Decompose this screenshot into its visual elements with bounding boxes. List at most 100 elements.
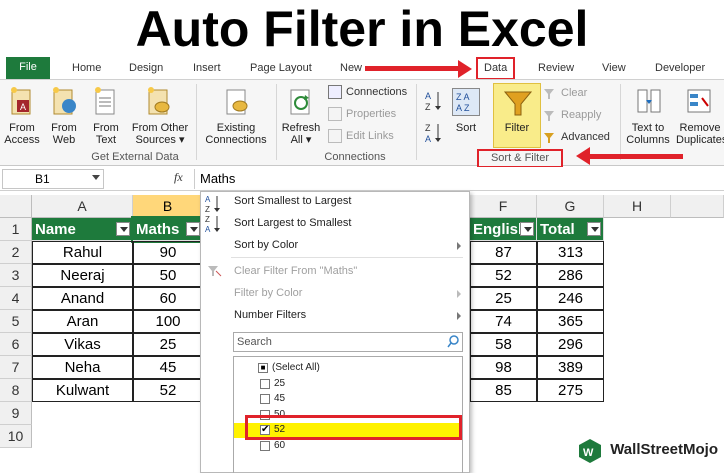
- table-cell-name[interactable]: Kulwant: [32, 379, 133, 402]
- sort-button[interactable]: Sort: [448, 122, 484, 134]
- filter-option[interactable]: 45: [234, 392, 462, 407]
- menu-sort-ascending[interactable]: Sort Smallest to Largest: [234, 195, 351, 207]
- table-cell-name[interactable]: Rahul: [32, 241, 133, 264]
- header-cell-total[interactable]: Total: [537, 218, 604, 241]
- table-cell-maths[interactable]: 25: [133, 333, 203, 356]
- tab-view[interactable]: View: [602, 58, 626, 79]
- tab-insert[interactable]: Insert: [193, 58, 221, 79]
- reapply-button[interactable]: Reapply: [561, 109, 601, 122]
- table-cell-total[interactable]: 246: [537, 287, 604, 310]
- table-cell-total[interactable]: 296: [537, 333, 604, 356]
- table-cell-total[interactable]: 313: [537, 241, 604, 264]
- row-header[interactable]: 3: [0, 264, 32, 287]
- table-cell-name[interactable]: Neha: [32, 356, 133, 379]
- menu-sort-by-color[interactable]: Sort by Color: [234, 239, 298, 251]
- menu-filter-by-color[interactable]: Filter by Color: [234, 287, 302, 299]
- row-header[interactable]: 1: [0, 218, 32, 241]
- formula-input[interactable]: Maths: [200, 171, 235, 186]
- menu-number-filters[interactable]: Number Filters: [234, 309, 306, 321]
- filter-option[interactable]: ■ (Select All): [234, 361, 462, 376]
- menu-clear-filter[interactable]: Clear Filter From "Maths": [234, 265, 357, 277]
- filter-checkbox[interactable]: [260, 440, 270, 451]
- fx-label[interactable]: fx: [174, 170, 183, 185]
- filter-search-input[interactable]: Search: [233, 332, 463, 352]
- properties-button[interactable]: Properties: [346, 108, 396, 121]
- table-cell-total[interactable]: 275: [537, 379, 604, 402]
- column-header-h[interactable]: H: [604, 195, 671, 218]
- header-cell-english[interactable]: English: [470, 218, 537, 241]
- name-box-dropdown-icon[interactable]: [92, 175, 100, 180]
- table-cell-total[interactable]: 389: [537, 356, 604, 379]
- column-header-b[interactable]: B: [133, 195, 203, 218]
- table-cell-english[interactable]: 52: [470, 264, 537, 287]
- row-header[interactable]: 9: [0, 402, 32, 425]
- edit-links-button[interactable]: Edit Links: [346, 130, 394, 143]
- filter-button-highlight[interactable]: [493, 83, 541, 148]
- remove-duplicates-button[interactable]: Remove Duplicates: [676, 122, 724, 146]
- sort-ascending-icon[interactable]: AZ: [425, 90, 443, 112]
- row-header[interactable]: 5: [0, 310, 32, 333]
- column-header-i[interactable]: [671, 195, 724, 218]
- filter-dropdown-english[interactable]: [520, 222, 534, 236]
- filter-dropdown-name[interactable]: [116, 222, 130, 236]
- row-header[interactable]: 10: [0, 425, 32, 448]
- row-header[interactable]: 7: [0, 356, 32, 379]
- row-header[interactable]: 2: [0, 241, 32, 264]
- filter-option[interactable]: 60: [234, 439, 462, 454]
- table-cell-maths[interactable]: 100: [133, 310, 203, 333]
- header-cell-maths[interactable]: Maths: [131, 216, 205, 243]
- header-cell-name[interactable]: Name: [32, 218, 133, 241]
- filter-dropdown-total[interactable]: [587, 222, 601, 236]
- select-all-corner[interactable]: [0, 195, 32, 218]
- tab-page-layout[interactable]: Page Layout: [250, 58, 312, 79]
- tab-home[interactable]: Home: [72, 58, 101, 79]
- name-box[interactable]: B1: [2, 169, 104, 189]
- tab-file[interactable]: File: [6, 57, 50, 79]
- filter-checkbox[interactable]: [260, 394, 270, 404]
- row-header[interactable]: 6: [0, 333, 32, 356]
- table-cell-name[interactable]: Aran: [32, 310, 133, 333]
- column-header-a[interactable]: A: [32, 195, 133, 218]
- table-cell-maths[interactable]: 90: [133, 241, 203, 264]
- table-cell-english[interactable]: 74: [470, 310, 537, 333]
- from-access-button[interactable]: From Access: [3, 122, 41, 146]
- column-header-g[interactable]: G: [537, 195, 604, 218]
- table-cell-maths[interactable]: 50: [133, 264, 203, 287]
- from-other-sources-button[interactable]: From Other Sources ▾: [128, 122, 192, 146]
- table-cell-maths[interactable]: 60: [133, 287, 203, 310]
- existing-connections-button[interactable]: Existing Connections: [200, 122, 272, 146]
- table-cell-english[interactable]: 87: [470, 241, 537, 264]
- from-text-button[interactable]: From Text: [88, 122, 124, 146]
- tab-review[interactable]: Review: [538, 58, 574, 79]
- refresh-all-button[interactable]: Refresh All ▾: [280, 122, 322, 146]
- sort-descending-icon[interactable]: ZA: [425, 122, 443, 144]
- menu-sort-descending[interactable]: Sort Largest to Smallest: [234, 217, 351, 229]
- table-cell-total[interactable]: 286: [537, 264, 604, 287]
- table-cell-english[interactable]: 85: [470, 379, 537, 402]
- tab-developer[interactable]: Developer: [655, 58, 705, 79]
- table-cell-english[interactable]: 98: [470, 356, 537, 379]
- filter-dropdown-maths[interactable]: [186, 222, 200, 236]
- clear-button[interactable]: Clear: [561, 87, 587, 100]
- connections-button[interactable]: Connections: [346, 86, 407, 99]
- table-cell-english[interactable]: 25: [470, 287, 537, 310]
- from-web-button[interactable]: From Web: [46, 122, 82, 146]
- filter-checkbox[interactable]: [260, 378, 270, 389]
- tab-design[interactable]: Design: [129, 58, 163, 79]
- table-cell-maths[interactable]: 52: [133, 379, 203, 402]
- tab-new[interactable]: New: [340, 58, 362, 79]
- filter-option[interactable]: 25: [234, 377, 462, 392]
- table-cell-english[interactable]: 58: [470, 333, 537, 356]
- table-cell-name[interactable]: Neeraj: [32, 264, 133, 287]
- column-header-f[interactable]: F: [470, 195, 537, 218]
- tab-data[interactable]: Data: [476, 57, 516, 80]
- row-header[interactable]: 8: [0, 379, 32, 402]
- advanced-button[interactable]: Advanced: [561, 131, 610, 144]
- filter-checkbox[interactable]: ■: [258, 363, 268, 373]
- table-cell-maths[interactable]: 45: [133, 356, 203, 379]
- table-cell-name[interactable]: Anand: [32, 287, 133, 310]
- text-to-columns-button[interactable]: Text to Columns: [624, 122, 672, 146]
- row-header[interactable]: 4: [0, 287, 32, 310]
- filter-button[interactable]: Filter: [493, 122, 541, 134]
- table-cell-total[interactable]: 365: [537, 310, 604, 333]
